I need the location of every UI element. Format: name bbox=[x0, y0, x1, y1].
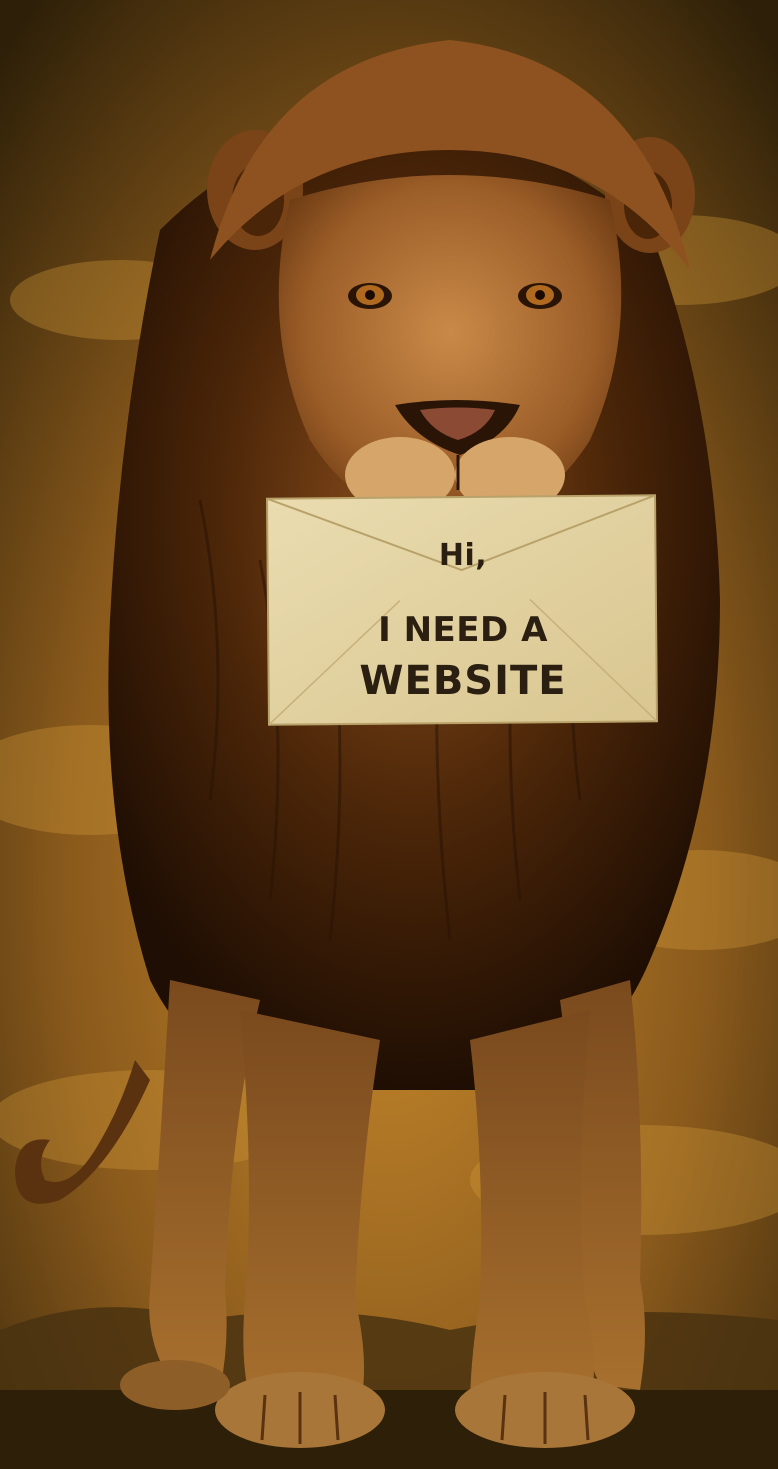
lion-illustration bbox=[0, 0, 778, 1469]
envelope-greeting: Hi, bbox=[438, 538, 488, 573]
ground bbox=[0, 1390, 778, 1469]
envelope-message-line1: I NEED A bbox=[378, 610, 548, 650]
back-left-paw bbox=[120, 1360, 230, 1410]
front-left-leg bbox=[240, 1010, 380, 1410]
front-right-leg bbox=[470, 1010, 594, 1410]
envelope-message-line2: WEBSITE bbox=[359, 658, 567, 704]
painting-scene: Hi, I NEED A WEBSITE bbox=[0, 0, 778, 1469]
